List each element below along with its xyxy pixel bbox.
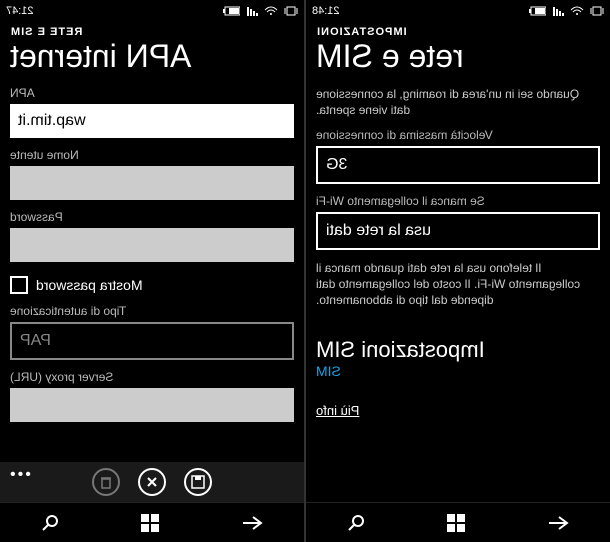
sim-section: Impostazioni SIM SIM <box>316 329 600 379</box>
battery-icon <box>222 6 240 16</box>
phone-screen-left: 21:47 RETE E SIM APN internet APN wap.ti… <box>0 0 304 542</box>
page-title: APN internet <box>10 40 294 74</box>
auth-label: Tipo di autenticazione <box>10 304 294 318</box>
apn-input[interactable]: wap.tim.it <box>10 104 294 138</box>
signal-icon <box>552 6 564 16</box>
status-bar: 21:48 <box>306 0 610 22</box>
signal-icon <box>246 6 258 16</box>
sim-link[interactable]: SIM <box>316 363 600 379</box>
apn-label: APN <box>10 86 294 100</box>
more-info-link[interactable]: Più info <box>316 403 600 418</box>
settings-content: Quando sei in un'area di roaming, la con… <box>306 76 610 502</box>
battery-icon <box>528 6 546 16</box>
wifi-fallback-label: Se manca il collegamento Wi-Fi <box>316 194 600 208</box>
start-button[interactable] <box>141 514 159 532</box>
field-auth: Tipo di autenticazione PAP <box>10 304 294 360</box>
field-proxy: Server proxy (URL) <box>10 370 294 412</box>
sim-heading: Impostazioni SIM <box>316 337 600 363</box>
speed-label: Velocità massima di connessione <box>316 128 600 142</box>
roaming-description: Quando sei in un'area di roaming, la con… <box>316 86 600 118</box>
proxy-input[interactable] <box>10 388 294 422</box>
show-password-checkbox[interactable] <box>10 276 28 294</box>
password-input[interactable] <box>10 228 294 262</box>
show-password-label: Mostra password <box>36 277 143 293</box>
username-input[interactable] <box>10 166 294 200</box>
phone-screen-right: 21:48 IMPOSTAZIONI rete e SIM Quando sei… <box>306 0 610 542</box>
speed-select[interactable]: 3G <box>316 146 600 184</box>
app-bar-more[interactable]: ••• <box>8 466 31 484</box>
vibrate-icon <box>284 6 298 16</box>
save-button[interactable] <box>184 468 212 496</box>
page-header: RETE E SIM APN internet <box>0 22 304 76</box>
search-button[interactable] <box>347 514 365 532</box>
search-button[interactable] <box>41 514 59 532</box>
field-apn: APN wap.tim.it <box>10 86 294 138</box>
wifi-fallback-select[interactable]: usa la rete dati <box>316 212 600 250</box>
show-password-row[interactable]: Mostra password <box>10 276 294 294</box>
page-header: IMPOSTAZIONI rete e SIM <box>306 22 610 76</box>
nav-bar <box>306 502 610 542</box>
breadcrumb: RETE E SIM <box>10 26 294 38</box>
wifi-icon <box>264 6 278 16</box>
form-content: APN wap.tim.it Nome utente Password Most… <box>0 76 304 462</box>
proxy-label: Server proxy (URL) <box>10 370 294 384</box>
breadcrumb: IMPOSTAZIONI <box>316 26 600 38</box>
nav-bar <box>0 502 304 542</box>
status-icons <box>222 6 298 16</box>
status-bar: 21:47 <box>0 0 304 22</box>
back-button[interactable] <box>241 515 263 531</box>
password-label: Password <box>10 210 294 224</box>
app-bar: ••• <box>0 462 304 502</box>
field-username: Nome utente <box>10 148 294 200</box>
status-time: 21:48 <box>312 5 340 17</box>
page-title: rete e SIM <box>316 40 600 74</box>
cancel-button[interactable] <box>138 468 166 496</box>
start-button[interactable] <box>447 514 465 532</box>
delete-button[interactable] <box>92 468 120 496</box>
status-icons <box>528 6 604 16</box>
username-label: Nome utente <box>10 148 294 162</box>
wifi-fallback-description: Il telefono usa la rete dati quando manc… <box>316 260 600 309</box>
field-wifi-fallback: Se manca il collegamento Wi-Fi usa la re… <box>316 194 600 250</box>
field-speed: Velocità massima di connessione 3G <box>316 128 600 184</box>
vibrate-icon <box>590 6 604 16</box>
field-password: Password <box>10 210 294 262</box>
auth-select[interactable]: PAP <box>10 322 294 360</box>
back-button[interactable] <box>547 515 569 531</box>
status-time: 21:47 <box>6 5 34 17</box>
wifi-icon <box>570 6 584 16</box>
